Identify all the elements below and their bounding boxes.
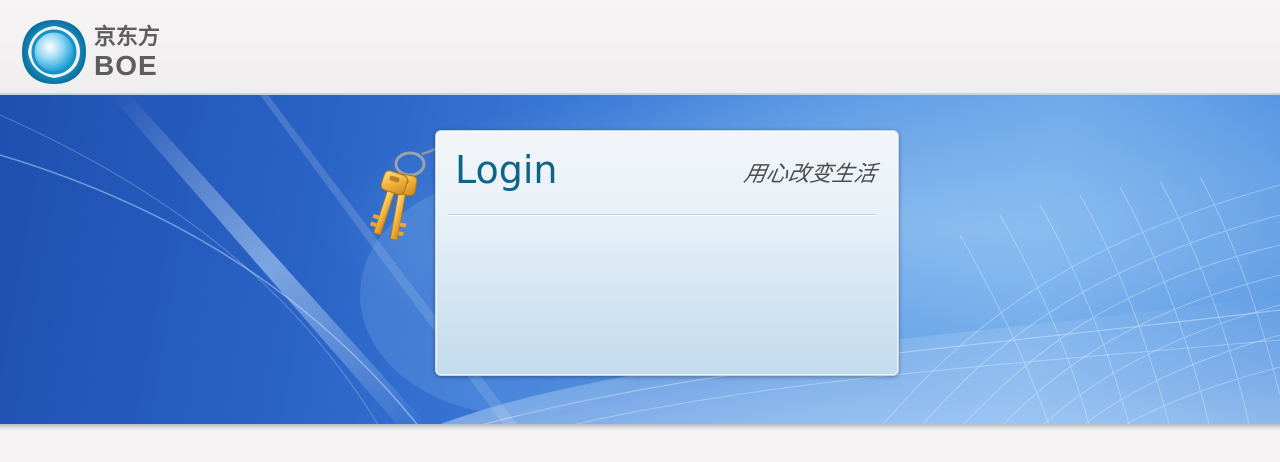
- banner-shadow: [0, 424, 1280, 430]
- header: 京东方 BOE: [0, 0, 1280, 93]
- brand-logo: 京东方 BOE: [20, 18, 172, 86]
- brand-slogan: 用心改变生活: [741, 162, 879, 187]
- login-form-area: [448, 217, 876, 365]
- login-title: Login: [455, 148, 558, 192]
- brand-name-cn: 京东方: [94, 25, 161, 50]
- boe-logo-icon: [22, 20, 86, 84]
- login-panel: Login 用心改变生活: [435, 130, 899, 376]
- brand-name-en: BOE: [94, 50, 158, 81]
- divider: [448, 214, 876, 216]
- login-page: 京东方 BOE Login 用心改变生活: [0, 0, 1280, 462]
